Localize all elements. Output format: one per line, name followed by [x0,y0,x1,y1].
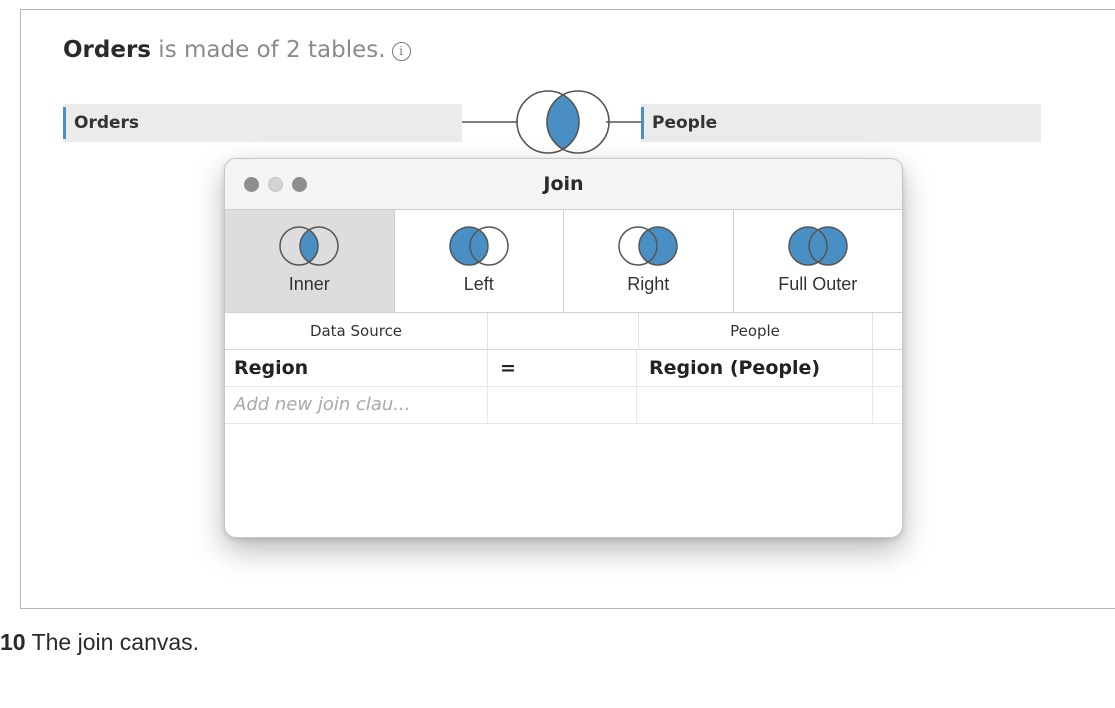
add-clause-right [638,387,872,423]
dialog-title: Join [543,173,584,195]
join-type-full-outer[interactable]: Full Outer [734,210,903,312]
clause-header-right: People [730,322,780,340]
join-type-selector: Inner Left Right Full Outer [225,210,902,313]
venn-inner-icon [279,226,339,266]
figure-number: 10 [0,629,26,655]
venn-full-outer-icon [788,226,848,266]
add-clause-row[interactable]: Add new join clau... [225,387,902,424]
table-orders[interactable]: Orders [63,104,462,142]
join-type-label: Left [463,274,494,294]
add-clause-operator [487,387,637,423]
table-people[interactable]: People [641,104,1041,142]
venn-left-icon [449,226,509,266]
join-type-label: Full Outer [778,274,858,294]
venn-right-icon [618,226,678,266]
clause-operator[interactable]: = [487,350,637,386]
clause-header: Data Source People [225,313,902,350]
dialog-titlebar: Join [225,159,902,210]
join-type-inner[interactable]: Inner [225,210,395,312]
join-type-left[interactable]: Left [395,210,564,312]
info-icon[interactable]: i [391,42,411,61]
join-type-right[interactable]: Right [564,210,734,312]
join-dialog: Join Inner Left Right Full Outer Data So… [224,158,903,538]
add-clause-end [872,387,902,423]
table-orders-label: Orders [74,113,140,133]
table-people-label: People [652,113,718,133]
logical-table-name: Orders [63,37,151,63]
join-link-icon[interactable] [462,86,642,158]
caption-text: The join canvas. [25,629,200,655]
join-clause-row[interactable]: Region = Region (People) [225,350,902,387]
figure-caption: 10 The join canvas. [0,629,199,656]
clause-header-end [872,313,902,349]
clause-row-end [872,350,902,386]
headline-text: is made of 2 tables. [151,37,386,63]
clause-left-field[interactable]: Region [225,350,487,386]
clause-header-left: Data Source [309,322,403,340]
canvas-headline: Orders is made of 2 tables. i [63,37,411,63]
add-join-clause[interactable]: Add new join clau... [225,387,487,423]
clause-right-field[interactable]: Region (People) [638,350,872,386]
clause-header-operator [487,313,639,349]
join-type-label: Right [627,274,670,294]
join-type-label: Inner [288,274,330,294]
